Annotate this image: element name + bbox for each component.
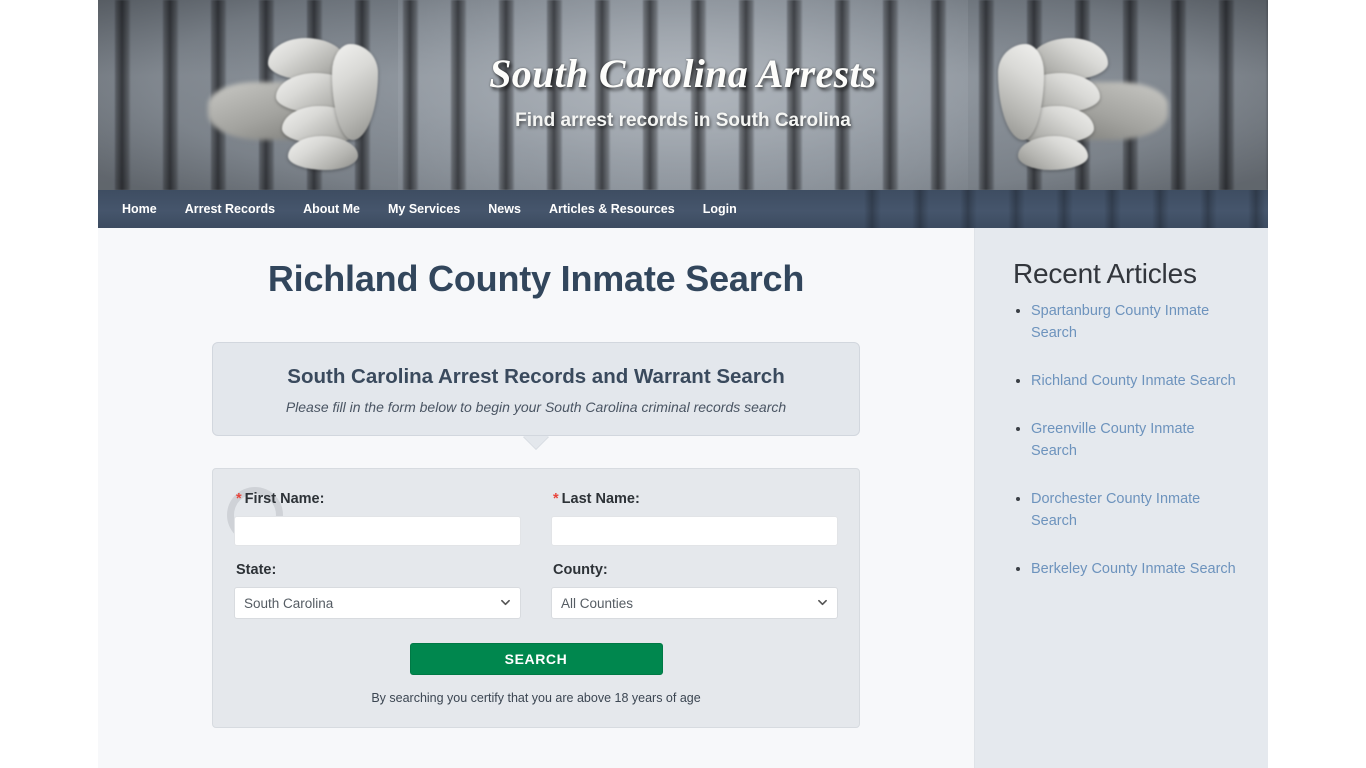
- content-row: Richland County Inmate Search South Caro…: [98, 228, 1268, 768]
- sidebar-link-richland[interactable]: Richland County Inmate Search: [1031, 373, 1236, 389]
- age-disclaimer: By searching you certify that you are ab…: [371, 691, 701, 705]
- search-button-row: SEARCH: [234, 643, 838, 675]
- site-container: South Carolina Arrests Find arrest recor…: [98, 0, 1268, 768]
- last-name-label: * Last Name:: [553, 491, 838, 507]
- list-item: Richland County Inmate Search: [1031, 370, 1244, 392]
- search-form-panel: * First Name: * Last Name: State: South …: [212, 468, 860, 728]
- page-title: Richland County Inmate Search: [267, 258, 805, 299]
- nav-item-login[interactable]: Login: [689, 190, 751, 228]
- nav-item-home[interactable]: Home: [108, 190, 171, 228]
- intro-callout-title: South Carolina Arrest Records and Warran…: [287, 365, 785, 388]
- first-name-label: * First Name:: [236, 491, 521, 507]
- first-name-label-text: First Name:: [244, 491, 325, 507]
- banner-text-block: South Carolina Arrests Find arrest recor…: [98, 0, 1268, 132]
- last-name-input[interactable]: [551, 516, 838, 546]
- required-asterisk-icon: *: [553, 491, 559, 507]
- main-navigation: Home Arrest Records About Me My Services…: [98, 190, 1268, 228]
- last-name-label-text: Last Name:: [561, 491, 640, 507]
- nav-item-news[interactable]: News: [474, 190, 535, 228]
- sidebar-link-spartanburg[interactable]: Spartanburg County Inmate Search: [1031, 303, 1209, 341]
- nav-item-about-me[interactable]: About Me: [289, 190, 374, 228]
- county-label: County:: [553, 562, 608, 578]
- sidebar-link-dorchester[interactable]: Dorchester County Inmate Search: [1031, 491, 1200, 529]
- county-select-wrap: All Counties: [551, 587, 838, 619]
- page-root: South Carolina Arrests Find arrest recor…: [0, 0, 1366, 768]
- first-name-field-group: * First Name:: [234, 491, 521, 546]
- first-name-input[interactable]: [234, 516, 521, 546]
- intro-callout-box: South Carolina Arrest Records and Warran…: [212, 342, 860, 436]
- list-item: Berkeley County Inmate Search: [1031, 558, 1244, 580]
- sidebar-title: Recent Articles: [1013, 258, 1197, 289]
- list-item: Dorchester County Inmate Search: [1031, 488, 1244, 532]
- state-select[interactable]: South Carolina: [234, 587, 521, 619]
- required-asterisk-icon: *: [236, 491, 242, 507]
- site-banner: South Carolina Arrests Find arrest recor…: [98, 0, 1268, 190]
- sidebar-link-berkeley[interactable]: Berkeley County Inmate Search: [1031, 561, 1236, 577]
- county-field-group: County: All Counties: [551, 562, 838, 619]
- sidebar-link-greenville[interactable]: Greenville County Inmate Search: [1031, 421, 1195, 459]
- nav-item-my-services[interactable]: My Services: [374, 190, 474, 228]
- site-tagline: Find arrest records in South Carolina: [515, 110, 851, 131]
- callout-pointer-icon: [523, 436, 549, 449]
- form-field-grid: * First Name: * Last Name: State: South …: [234, 491, 838, 635]
- state-field-group: State: South Carolina: [234, 562, 521, 619]
- list-item: Spartanburg County Inmate Search: [1031, 300, 1244, 344]
- search-button[interactable]: SEARCH: [409, 643, 663, 675]
- recent-articles-list: Spartanburg County Inmate Search Richlan…: [1013, 300, 1244, 580]
- last-name-field-group: * Last Name:: [551, 491, 838, 546]
- intro-callout: South Carolina Arrest Records and Warran…: [212, 342, 860, 449]
- state-select-wrap: South Carolina: [234, 587, 521, 619]
- intro-callout-subtitle: Please fill in the form below to begin y…: [285, 399, 787, 415]
- nav-item-articles-resources[interactable]: Articles & Resources: [535, 190, 689, 228]
- county-select[interactable]: All Counties: [551, 587, 838, 619]
- main-column: Richland County Inmate Search South Caro…: [98, 228, 974, 768]
- state-label: State:: [236, 562, 277, 578]
- list-item: Greenville County Inmate Search: [1031, 418, 1244, 462]
- site-title: South Carolina Arrests: [489, 51, 877, 96]
- sidebar: Recent Articles Spartanburg County Inmat…: [974, 228, 1268, 768]
- nav-item-arrest-records[interactable]: Arrest Records: [171, 190, 289, 228]
